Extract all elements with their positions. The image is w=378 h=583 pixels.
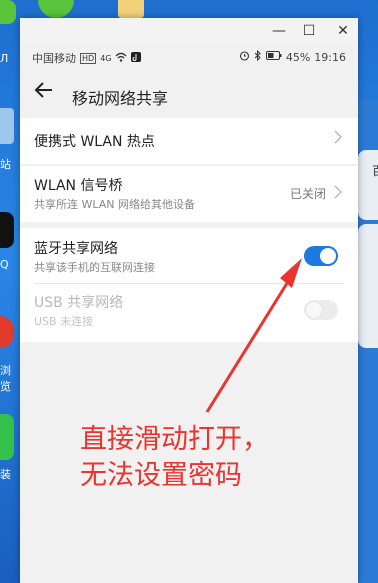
annotation-text: 直接滑动打开， 无法设置密码 [80,422,330,494]
annotation-line: 无法设置密码 [80,460,242,491]
annotation-arrow [205,258,302,413]
annotation-line: 直接滑动打开， [80,424,269,455]
